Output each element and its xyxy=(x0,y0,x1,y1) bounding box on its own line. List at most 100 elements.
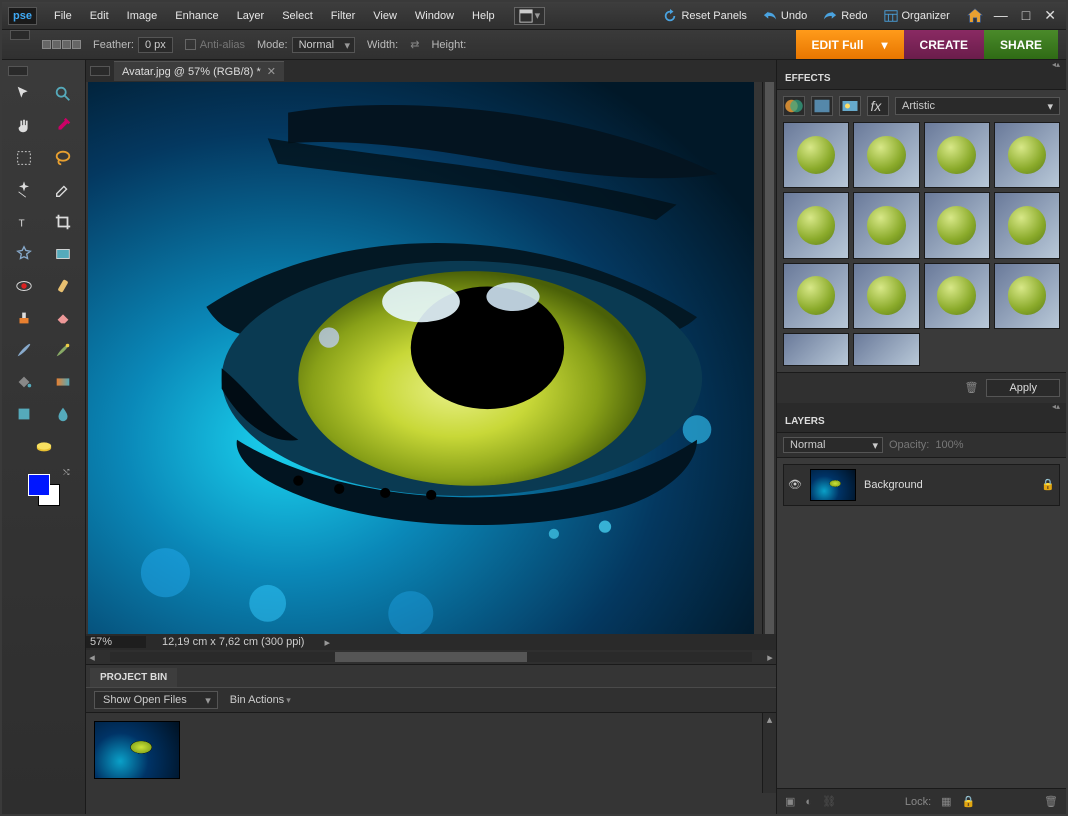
swap-wh-icon[interactable]: ⇄ xyxy=(410,38,419,51)
redeye-tool[interactable] xyxy=(6,272,42,300)
color-swatches[interactable]: ⤭ xyxy=(24,470,64,510)
filters-category-icon[interactable] xyxy=(783,96,805,116)
edit-mode-button[interactable]: EDIT Full xyxy=(796,30,904,59)
undo-button[interactable]: Undo xyxy=(755,9,815,23)
effect-thumb[interactable] xyxy=(994,263,1060,329)
text-effects-icon[interactable]: fx xyxy=(867,96,889,116)
redo-button[interactable]: Redo xyxy=(815,9,875,23)
window-close[interactable]: ✕ xyxy=(1044,7,1056,24)
eraser-tool[interactable] xyxy=(46,304,82,332)
menu-image[interactable]: Image xyxy=(118,2,167,29)
crop-tool[interactable] xyxy=(46,208,82,236)
layer-thumbnail[interactable] xyxy=(810,469,856,501)
panel-collapse-handle[interactable]: ◂▴ xyxy=(777,60,1066,68)
blur-tool[interactable] xyxy=(46,400,82,428)
hand-tool[interactable] xyxy=(6,112,42,140)
effect-thumb[interactable] xyxy=(783,192,849,258)
effect-thumb[interactable] xyxy=(783,263,849,329)
new-layer-icon[interactable]: ▣ xyxy=(785,795,795,808)
photo-effects-icon[interactable] xyxy=(839,96,861,116)
healing-brush-tool[interactable] xyxy=(46,272,82,300)
swap-colors-icon[interactable]: ⤭ xyxy=(63,468,69,478)
menu-filter[interactable]: Filter xyxy=(322,2,364,29)
recompose-tool[interactable] xyxy=(46,240,82,268)
menu-edit[interactable]: Edit xyxy=(81,2,118,29)
bin-thumbnail[interactable] xyxy=(94,721,180,779)
marquee-tool[interactable] xyxy=(6,144,42,172)
window-minimize[interactable]: — xyxy=(994,7,1008,24)
effect-thumb[interactable] xyxy=(853,263,919,329)
layout-dropdown[interactable]: ▾ xyxy=(514,7,546,25)
window-maximize[interactable]: □ xyxy=(1022,7,1030,24)
menu-select[interactable]: Select xyxy=(273,2,322,29)
lock-pixels-icon[interactable]: ▦ xyxy=(941,795,951,808)
organizer-button[interactable]: Organizer xyxy=(876,9,958,23)
mode-select[interactable]: Normal xyxy=(292,37,355,53)
apply-effect-button[interactable]: Apply xyxy=(986,379,1060,397)
eyedropper-tool[interactable] xyxy=(46,112,82,140)
paint-bucket-tool[interactable] xyxy=(6,368,42,396)
toolbox-grip[interactable] xyxy=(8,66,28,76)
document-tab[interactable]: Avatar.jpg @ 57% (RGB/8) * ✕ xyxy=(114,61,284,81)
effect-thumb[interactable] xyxy=(994,192,1060,258)
create-mode-button[interactable]: CREATE xyxy=(904,30,984,59)
delete-layer-icon[interactable]: 🗑 xyxy=(1044,795,1058,808)
home-icon[interactable] xyxy=(966,7,984,25)
zoom-tool[interactable] xyxy=(46,80,82,108)
adjustment-layer-icon[interactable]: ◐ xyxy=(805,796,812,808)
effects-category-select[interactable]: Artistic xyxy=(895,97,1060,115)
close-tab-icon[interactable]: ✕ xyxy=(267,65,276,78)
menu-enhance[interactable]: Enhance xyxy=(166,2,227,29)
antialias-checkbox[interactable] xyxy=(185,39,196,50)
cookie-cutter-tool[interactable] xyxy=(6,240,42,268)
canvas[interactable] xyxy=(88,82,754,634)
project-bin-tab[interactable]: PROJECT BIN xyxy=(90,668,177,687)
bin-filter-select[interactable]: Show Open Files xyxy=(94,691,218,709)
effects-panel-header[interactable]: EFFECTS xyxy=(777,68,1066,90)
doc-tab-grip[interactable] xyxy=(90,66,110,76)
smart-brush-tool[interactable] xyxy=(46,336,82,364)
canvas-scrollbar-vertical[interactable] xyxy=(762,82,776,634)
effect-thumb[interactable] xyxy=(853,122,919,188)
effect-thumb[interactable] xyxy=(853,333,919,366)
layer-visibility-icon[interactable]: 👁 xyxy=(788,478,802,491)
layer-styles-icon[interactable] xyxy=(811,96,833,116)
lock-all-icon[interactable]: 🔒 xyxy=(962,795,976,808)
blend-mode-select[interactable]: Normal xyxy=(783,437,883,453)
bin-actions-menu[interactable]: Bin Actions xyxy=(230,694,291,706)
canvas-scrollbar-horizontal[interactable]: ◂▸ xyxy=(86,650,776,664)
zoom-level[interactable]: 57% xyxy=(86,636,146,648)
layer-row[interactable]: 👁 Background 🔒 xyxy=(783,464,1060,506)
quick-selection-tool[interactable] xyxy=(46,176,82,204)
menu-file[interactable]: File xyxy=(45,2,81,29)
foreground-color-swatch[interactable] xyxy=(28,474,50,496)
menu-window[interactable]: Window xyxy=(406,2,463,29)
effect-thumb[interactable] xyxy=(924,192,990,258)
delete-effect-icon[interactable]: 🗑 xyxy=(965,381,979,394)
status-dropdown-icon[interactable]: ▸ xyxy=(324,636,330,649)
effect-thumb[interactable] xyxy=(994,122,1060,188)
link-layers-icon[interactable]: ⛓ xyxy=(822,795,836,808)
magic-wand-tool[interactable] xyxy=(6,176,42,204)
effect-thumb[interactable] xyxy=(853,192,919,258)
menu-help[interactable]: Help xyxy=(463,2,504,29)
layer-name[interactable]: Background xyxy=(864,479,1033,491)
menu-layer[interactable]: Layer xyxy=(228,2,274,29)
panel-collapse-handle-2[interactable]: ◂▴ xyxy=(777,403,1066,411)
effect-thumb[interactable] xyxy=(783,122,849,188)
share-mode-button[interactable]: SHARE xyxy=(984,30,1058,59)
reset-panels-button[interactable]: Reset Panels xyxy=(655,9,754,23)
effect-thumb[interactable] xyxy=(783,333,849,366)
shape-tool[interactable] xyxy=(6,400,42,428)
clone-stamp-tool[interactable] xyxy=(6,304,42,332)
move-tool[interactable] xyxy=(6,80,42,108)
effect-thumb[interactable] xyxy=(924,122,990,188)
layer-lock-icon[interactable]: 🔒 xyxy=(1041,478,1055,491)
effect-thumb[interactable] xyxy=(924,263,990,329)
gradient-tool[interactable] xyxy=(46,368,82,396)
type-tool[interactable]: T xyxy=(6,208,42,236)
menu-view[interactable]: View xyxy=(364,2,406,29)
opacity-value[interactable]: 100% xyxy=(935,439,963,451)
feather-value[interactable]: 0 px xyxy=(138,37,173,53)
sponge-tool[interactable] xyxy=(6,432,81,460)
